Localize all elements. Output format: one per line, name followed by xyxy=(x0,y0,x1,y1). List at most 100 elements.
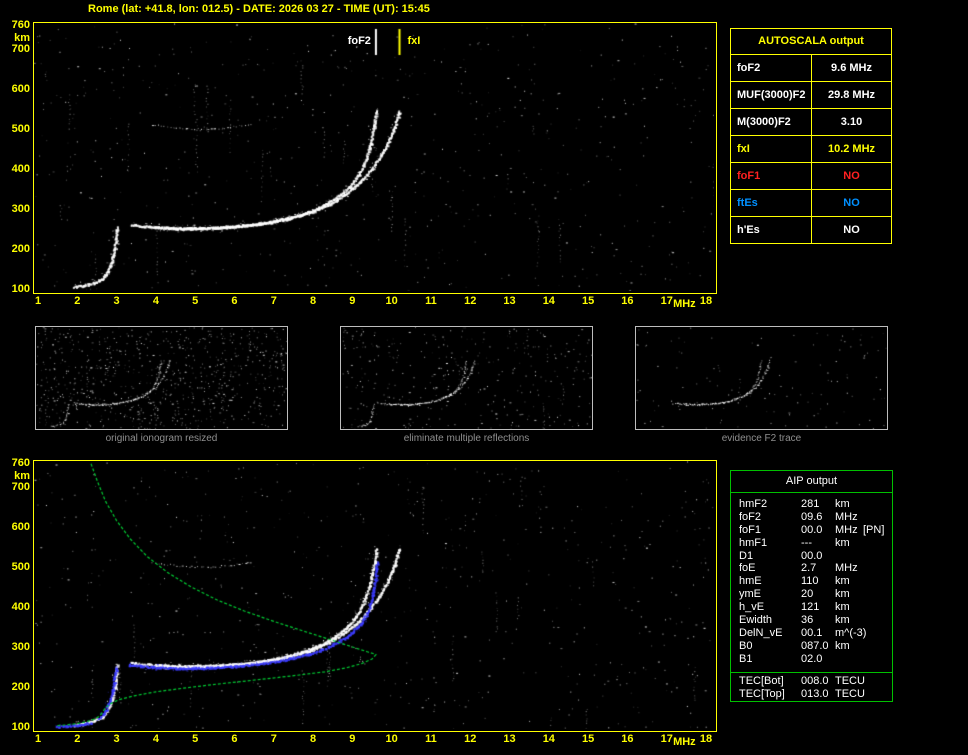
x-axis-tick: 12 xyxy=(464,295,477,307)
aip-row-hme: hmE 110 km xyxy=(731,575,892,588)
aip-param-unit: km xyxy=(835,575,850,588)
ionogram-canvas-top xyxy=(34,23,714,291)
autoscala-output-rows: foF2 9.6 MHz MUF(3000)F2 29.8 MHz M(3000)F2 3… xyxy=(731,54,891,243)
autoscala-row-fof1: foF1 NO xyxy=(731,162,891,189)
aip-param-unit: km xyxy=(835,614,850,627)
aip-tec-rows: TEC[Bot] 008.0 TECU TEC[Top] 013.0 TECU xyxy=(731,675,892,700)
autoscala-row-muf-3000-f2: MUF(3000)F2 29.8 MHz xyxy=(731,81,891,108)
thumbnail-caption-f2-evidence: evidence F2 trace xyxy=(721,433,802,444)
aip-row-yme: ymE 20 km xyxy=(731,588,892,601)
aip-row-ewidth: Ewidth 36 km xyxy=(731,614,892,627)
autoscala-row-fxi: fxI 10.2 MHz xyxy=(731,135,891,162)
x-axis-tick: 4 xyxy=(152,295,159,307)
aip-param-unit: km xyxy=(835,639,850,652)
aip-row-foe: foE 2.7 MHz xyxy=(731,562,892,575)
x-axis-tick: 11 xyxy=(425,733,437,745)
thumbnail-caption-original: original ionogram resized xyxy=(105,433,218,444)
aip-row-h-ve: h_vE 121 km xyxy=(731,601,892,614)
aip-param-unit: km xyxy=(835,498,850,510)
autoscala-row-h-es: h'Es NO xyxy=(731,216,891,243)
y-axis-tick: 100 xyxy=(11,721,30,733)
thumbnail-f2-evidence xyxy=(635,326,888,430)
aip-row-d1: D1 00.0 xyxy=(731,550,892,563)
aip-param-value: --- xyxy=(801,536,812,549)
aip-param-value: 008.0 xyxy=(801,675,829,687)
x-axis-tick: 17 xyxy=(660,733,673,745)
y-axis-tick: 500 xyxy=(11,123,30,135)
aip-row-fof1: foF1 00.0 MHz [PN] xyxy=(731,524,892,537)
autoscala-row-fof2: foF2 9.6 MHz xyxy=(731,54,891,81)
x-axis-tick: 2 xyxy=(74,733,81,745)
parameter-label: h'Es xyxy=(737,224,760,236)
y-axis-tick: 400 xyxy=(11,601,30,613)
y-axis-tick: 100 xyxy=(11,283,30,295)
thumbnail-caption-cleaned: eliminate multiple reflections xyxy=(403,433,530,444)
x-axis-tick: 14 xyxy=(542,733,555,745)
aip-param-unit: MHz xyxy=(835,562,858,575)
aip-param-value: 013.0 xyxy=(801,687,829,700)
autoscala-row-m-3000-f2: M(3000)F2 3.10 xyxy=(731,108,891,135)
thumbnail-cleaned-ionogram xyxy=(340,326,593,430)
autoscala-output-table: AUTOSCALA output foF2 9.6 MHz MUF(3000)F2 2… xyxy=(730,28,892,244)
thumbnail-canvas-f2-evidence xyxy=(636,327,887,429)
marker-label-fxi: fxI xyxy=(407,35,421,47)
aip-param-value: 110 xyxy=(801,575,819,588)
aip-param-label: B1 xyxy=(739,652,753,665)
aip-row-hmf1: hmF1 --- km xyxy=(731,537,892,550)
aip-param-unit: TECU xyxy=(835,675,865,687)
x-axis-tick: 7 xyxy=(270,295,277,307)
x-axis-tick: 5 xyxy=(192,733,199,745)
parameter-label: MUF(3000)F2 xyxy=(737,89,806,101)
parameter-label: foF1 xyxy=(737,170,761,182)
parameter-value: NO xyxy=(811,190,891,216)
aip-param-value: 00.0 xyxy=(801,523,823,536)
aip-param-value: 02.0 xyxy=(801,652,823,665)
aip-param-flag: [PN] xyxy=(863,523,885,536)
autoscala-window: Rome (lat: +41.8, lon: 012.5) - DATE: 20… xyxy=(0,0,968,755)
y-axis-tick: 200 xyxy=(11,681,30,693)
x-axis-tick: 18 xyxy=(699,295,713,307)
aip-param-label: foF1 xyxy=(739,523,762,536)
aip-param-label: D1 xyxy=(739,549,754,562)
aip-row-tec-bot: TEC[Bot] 008.0 TECU xyxy=(731,675,892,688)
y-axis-tick: 300 xyxy=(11,641,30,653)
parameter-label: ftEs xyxy=(737,197,758,209)
x-axis-tick: 16 xyxy=(621,295,634,307)
y-axis-tick: 200 xyxy=(11,243,30,255)
y-axis-tick: 400 xyxy=(11,163,30,175)
aip-param-label: hmE xyxy=(739,575,762,588)
aip-param-label: ymE xyxy=(739,588,761,601)
aip-param-unit: km xyxy=(835,588,850,601)
aip-row-hmf2: hmF2 281 km xyxy=(731,498,892,511)
parameter-label: foF2 xyxy=(737,62,761,74)
parameter-value: 3.10 xyxy=(811,109,891,135)
parameter-value: 29.8 MHz xyxy=(811,82,891,108)
parameter-label: fxI xyxy=(737,143,750,155)
x-axis-tick: 5 xyxy=(192,295,199,307)
x-axis-tick: 1 xyxy=(34,295,42,307)
y-axis-tick: 760 xyxy=(11,457,30,469)
x-axis-tick: 3 xyxy=(113,733,120,745)
x-axis-tick: 10 xyxy=(385,733,398,745)
x-axis-tick: 8 xyxy=(309,295,317,307)
aip-param-label: DelN_vE xyxy=(739,626,783,639)
aip-param-label: foE xyxy=(739,562,756,575)
aip-param-value: 2.7 xyxy=(801,562,817,575)
x-axis-tick: 12 xyxy=(464,733,477,745)
x-axis-tick: 14 xyxy=(542,295,555,307)
y-axis-tick: 500 xyxy=(11,561,30,573)
x-axis-tick: 13 xyxy=(503,733,516,745)
x-axis-unit-label: MHz xyxy=(673,298,696,310)
x-axis-tick: 6 xyxy=(231,733,238,745)
aip-param-unit: TECU xyxy=(835,687,865,700)
aip-param-label: B0 xyxy=(739,639,753,652)
x-axis-tick: 16 xyxy=(621,733,634,745)
aip-param-unit: MHz xyxy=(835,523,858,536)
x-axis-tick: 18 xyxy=(699,733,713,745)
aip-param-unit: km xyxy=(835,536,850,549)
ionogram-canvas-bottom xyxy=(34,461,714,729)
x-axis-tick: 7 xyxy=(270,733,277,745)
y-axis-unit-label: km xyxy=(14,32,30,44)
thumbnail-canvas-cleaned xyxy=(341,327,592,429)
thumbnail-canvas-original xyxy=(36,327,287,429)
